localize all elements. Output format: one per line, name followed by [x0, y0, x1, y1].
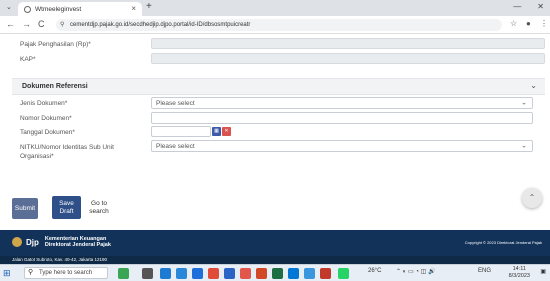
address-bar[interactable]: ⚲ cementdjp.pajak.go.id/secdhedjip.djpo.… — [56, 19, 502, 31]
djp-logo: Djp Kementerian Keuangan Direktorat Jend… — [12, 236, 111, 248]
copyright-text: Copyright © 2023 Direktorat Jenderal Paj… — [464, 240, 542, 245]
save-draft-button[interactable]: Save Draft — [52, 196, 81, 219]
tab-search-menu[interactable]: ⌄ — [6, 3, 12, 11]
weather-temperature[interactable]: 26°C — [368, 268, 381, 274]
site-info-icon[interactable]: ⚲ — [60, 19, 64, 31]
url-text: cementdjp.pajak.go.id/secdhedjip.djpo.po… — [70, 22, 251, 28]
browser-tab[interactable]: Wtmeeleginvest × — [18, 2, 142, 16]
pdf-icon[interactable] — [240, 268, 251, 279]
site-footer: Djp Kementerian Keuangan Direktorat Jend… — [0, 230, 550, 264]
chevron-down-icon: ⌄ — [521, 142, 527, 150]
chevron-down-icon: ⌄ — [521, 99, 527, 107]
task-view-icon[interactable] — [142, 268, 153, 279]
language-indicator[interactable]: ENG — [478, 268, 491, 274]
system-tray-icons[interactable]: ⌃ ◐ ▭ ◔ ◫ 🔊 — [396, 268, 435, 275]
browser-tab-strip: ⌄ Wtmeeleginvest × + — ✕ — [0, 0, 550, 16]
close-tab-icon[interactable]: × — [131, 4, 136, 13]
outlook-icon[interactable] — [288, 268, 299, 279]
jenis-dokumen-select[interactable]: Please select ⌄ — [151, 97, 533, 109]
tab-title: Wtmeeleginvest — [35, 5, 82, 13]
nitku-label: NITKU/Nomor Identitas Sub Unit Organisas… — [20, 144, 114, 160]
browser-menu-icon[interactable]: ⋮ — [540, 19, 548, 28]
window-controls: — ✕ — [513, 2, 544, 11]
kemenkeu-emblem-icon — [12, 237, 22, 247]
file-explorer-icon[interactable] — [176, 268, 187, 279]
submit-button[interactable]: Submit — [12, 198, 38, 219]
store-icon[interactable] — [192, 268, 203, 279]
pph-input — [151, 38, 545, 49]
edge-icon[interactable] — [160, 268, 171, 279]
taskbar-search-placeholder: Type here to search — [39, 270, 93, 276]
windows-taskbar: ⊞ ⚲ Type here to search 26°C ⌃ ◐ ▭ ◔ ◫ 🔊… — [0, 264, 550, 281]
browser-toolbar: ← → C ⚲ cementdjp.pajak.go.id/secdhedjip… — [0, 16, 550, 34]
taskbar-search-input[interactable]: ⚲ Type here to search — [24, 267, 108, 279]
address-text: Jalan Gatot Subroto, Kav. 40-42, Jakarta… — [12, 257, 107, 262]
nomor-dokumen-label: Nomor Dokumen* — [20, 115, 72, 122]
footer-top: Djp Kementerian Keuangan Direktorat Jend… — [0, 230, 550, 256]
whatsapp-icon[interactable] — [338, 268, 349, 279]
clock-date: 8/3/2023 — [508, 273, 530, 279]
clock-time: 14:11 — [512, 266, 526, 272]
nitku-value: Please select — [156, 142, 195, 150]
word-icon[interactable] — [224, 268, 235, 279]
bookmark-star-icon[interactable]: ☆ — [510, 19, 517, 28]
window-minimize-button[interactable]: — — [513, 2, 521, 11]
scroll-to-top-button[interactable]: ⌃ — [522, 188, 542, 208]
window-close-button[interactable]: ✕ — [537, 2, 544, 11]
acrobat-icon[interactable] — [320, 268, 331, 279]
photos-icon[interactable] — [304, 268, 315, 279]
clear-date-icon[interactable]: ✕ — [222, 127, 231, 136]
org-line-2: Direktorat Jenderal Pajak — [44, 242, 111, 248]
profile-icon[interactable]: ● — [526, 19, 531, 28]
nitku-select[interactable]: Please select ⌄ — [151, 140, 533, 152]
section-title: Dokumen Referensi — [22, 83, 88, 90]
dokumen-referensi-section-header[interactable]: Dokumen Referensi ⌄ — [12, 78, 545, 95]
notification-icon[interactable]: ▣ — [540, 268, 546, 275]
chrome-icon[interactable] — [208, 268, 219, 279]
search-icon: ⚲ — [28, 269, 34, 276]
kap-input — [151, 53, 545, 64]
windows-start-icon[interactable]: ⊞ — [3, 268, 11, 279]
nomor-dokumen-input[interactable] — [151, 112, 533, 124]
forward-button[interactable]: → — [22, 19, 31, 29]
excel-icon[interactable] — [272, 268, 283, 279]
kap-label: KAP* — [20, 56, 36, 63]
calendar-icon[interactable]: ▦ — [212, 127, 221, 136]
jenis-dokumen-value: Please select — [156, 99, 195, 107]
back-button[interactable]: ← — [6, 19, 15, 29]
chevron-down-icon[interactable]: ⌄ — [530, 81, 537, 90]
jenis-dokumen-label: Jenis Dokumen* — [20, 100, 68, 107]
pph-label: Pajak Penghasilan (Rp)* — [20, 41, 91, 48]
powerpoint-icon[interactable] — [256, 268, 267, 279]
go-to-search-link[interactable]: Go to search — [86, 197, 112, 219]
tanggal-dokumen-input[interactable] — [151, 126, 211, 137]
logo-text: Djp — [26, 237, 39, 247]
cortana-icon[interactable] — [118, 268, 129, 279]
taskbar-clock[interactable]: 14:11 8/3/2023 — [509, 266, 530, 280]
globe-icon — [24, 5, 31, 13]
reload-button[interactable]: C — [38, 19, 45, 29]
new-tab-button[interactable]: + — [146, 1, 152, 12]
tanggal-dokumen-label: Tanggal Dokumen* — [20, 129, 75, 136]
